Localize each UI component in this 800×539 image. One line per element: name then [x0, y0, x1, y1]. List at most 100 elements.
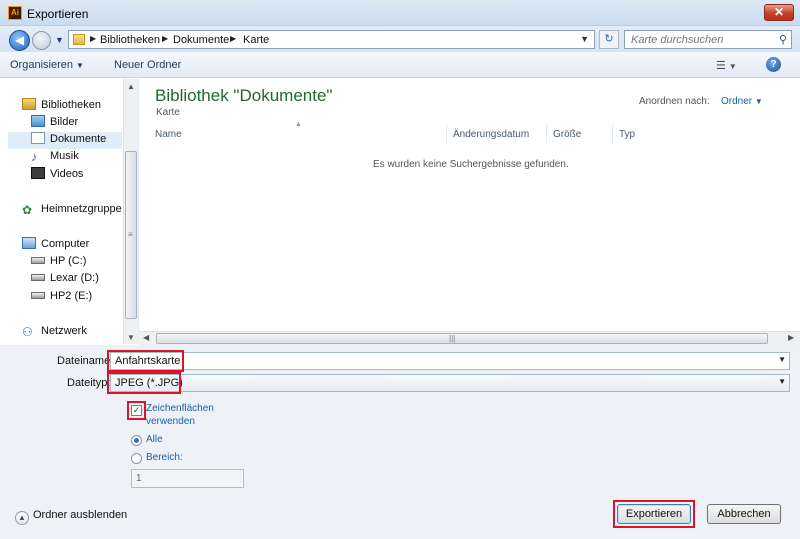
sidebar-item-label: Bilder	[50, 116, 79, 128]
use-artboards-label-line2[interactable]: verwenden	[146, 416, 195, 427]
libraries-icon	[22, 98, 36, 110]
filetype-label: Dateityp:	[67, 377, 111, 389]
forward-button[interactable]	[32, 31, 51, 50]
column-header-type[interactable]: Typ	[619, 129, 635, 140]
sidebar-item-label: Videos	[50, 168, 84, 180]
pictures-icon	[31, 115, 45, 127]
column-header-size[interactable]: Größe	[553, 129, 581, 140]
search-icon[interactable]: ⚲	[779, 33, 787, 46]
sidebar-item-hp-c[interactable]: HP (C:)	[31, 255, 122, 272]
column-header-name[interactable]: Name	[155, 129, 182, 140]
breadcrumb-separator-icon[interactable]: ▶	[162, 34, 168, 43]
hide-folders-toggle[interactable]: ▲ Ordner ausblenden	[15, 509, 127, 525]
breadcrumb-separator-icon[interactable]: ▶	[230, 34, 236, 43]
refresh-button[interactable]: ↻	[599, 30, 619, 49]
recent-locations-chevron-icon[interactable]: ▼	[55, 35, 64, 45]
file-list-pane: Bibliothek "Dokumente" Karte Anordnen na…	[138, 79, 800, 344]
filename-combobox[interactable]: ▼	[110, 352, 790, 370]
scroll-down-icon[interactable]: ▼	[127, 333, 135, 342]
library-subtitle: Karte	[156, 107, 180, 118]
grip-icon: |||	[449, 334, 456, 343]
view-options-icon[interactable]: ☰ ▼	[716, 59, 737, 72]
organize-menu[interactable]: Organisieren ▼	[10, 59, 84, 71]
range-radio[interactable]	[131, 453, 142, 464]
address-dropdown-icon[interactable]: ▼	[580, 34, 589, 44]
grip-icon: ≡	[128, 230, 133, 239]
organize-label: Organisieren	[10, 59, 73, 71]
sidebar-item-hp2-e[interactable]: HP2 (E:)	[31, 290, 122, 307]
empty-results-message: Es wurden keine Suchergebnisse gefunden.	[373, 159, 569, 170]
navigation-scrollbar[interactable]: ▲ ≡ ▼	[123, 79, 138, 344]
videos-icon	[31, 167, 45, 179]
sidebar-item-lexar-d[interactable]: Lexar (D:)	[31, 272, 122, 289]
arrange-by-dropdown[interactable]: Ordner ▼	[721, 96, 763, 107]
close-button[interactable]: ✕	[764, 4, 794, 21]
back-button[interactable]: ◀	[9, 30, 30, 51]
sidebar-item-bilder[interactable]: Bilder	[31, 115, 122, 132]
filetype-select[interactable]: JPEG (*.JPG) ▼	[110, 374, 790, 392]
horizontal-scrollbar[interactable]: ◀ ||| ▶	[138, 331, 800, 345]
highlight-box-filename	[107, 350, 184, 372]
sort-ascending-icon: ▲	[295, 121, 302, 128]
documents-icon	[31, 132, 45, 144]
help-icon[interactable]: ?	[766, 57, 781, 72]
sidebar-item-musik[interactable]: ♪ Musik	[31, 150, 122, 167]
column-header-date[interactable]: Änderungsdatum	[453, 129, 529, 140]
filename-input[interactable]	[111, 353, 751, 369]
breadcrumb-dokumente[interactable]: Dokumente	[173, 34, 229, 46]
sidebar-item-bibliotheken[interactable]: Bibliotheken	[22, 98, 122, 115]
sidebar-item-dokumente[interactable]: Dokumente	[8, 132, 122, 149]
chevron-down-icon[interactable]: ▼	[778, 355, 786, 364]
highlight-box-export	[613, 500, 695, 528]
sidebar-item-heimnetzgruppe[interactable]: ✿ Heimnetzgruppe	[22, 203, 122, 220]
cancel-button[interactable]: Abbrechen	[707, 504, 781, 524]
sidebar-item-label: HP (C:)	[50, 255, 87, 267]
column-divider[interactable]	[546, 125, 547, 143]
sidebar-item-netzwerk[interactable]: ⚇ Netzwerk	[22, 325, 122, 342]
range-field[interactable]	[131, 469, 244, 488]
sidebar-item-computer[interactable]: Computer	[22, 237, 122, 254]
navigation-pane: Bibliotheken Bilder Dokumente ♪ Musik Vid…	[0, 79, 138, 344]
highlight-box-filetype	[107, 372, 181, 394]
scrollbar-thumb[interactable]: |||	[156, 333, 768, 344]
use-artboards-label-line1[interactable]: Zeichenflächen	[146, 403, 214, 414]
breadcrumb-karte[interactable]: Karte	[243, 34, 269, 46]
all-artboards-radio[interactable]	[131, 435, 142, 446]
arrange-by-value: Ordner	[721, 96, 753, 107]
hide-folders-label: Ordner ausblenden	[33, 509, 128, 521]
highlight-box-checkbox	[127, 401, 146, 420]
scrollbar-thumb[interactable]: ≡	[125, 151, 137, 319]
network-icon: ⚇	[22, 325, 33, 339]
range-input[interactable]	[132, 470, 243, 487]
column-divider[interactable]	[446, 125, 447, 143]
chevron-down-icon[interactable]: ▼	[778, 377, 786, 386]
export-options-panel: Dateiname: ▼ Dateityp: JPEG (*.JPG) ▼ ✓ …	[0, 345, 800, 539]
all-artboards-label[interactable]: Alle	[146, 434, 163, 445]
column-divider[interactable]	[612, 125, 613, 143]
sidebar-item-label: Musik	[50, 150, 79, 162]
address-bar[interactable]: ▶ Bibliotheken ▶ Dokumente ▶ Karte ▼	[68, 30, 595, 49]
drive-icon	[31, 257, 45, 264]
computer-icon	[22, 237, 36, 249]
search-input[interactable]	[625, 31, 765, 48]
homegroup-icon: ✿	[22, 203, 33, 217]
sidebar-item-label: Bibliotheken	[41, 99, 101, 111]
address-row: ◀ ▼ ▶ Bibliotheken ▶ Dokumente ▶ Karte ▼…	[0, 26, 800, 52]
drive-icon	[31, 292, 45, 299]
sidebar-item-label: Lexar (D:)	[50, 272, 99, 284]
scroll-left-icon[interactable]: ◀	[143, 333, 149, 342]
folder-icon	[73, 34, 85, 45]
music-icon: ♪	[31, 150, 37, 164]
illustrator-app-icon: Ai	[8, 6, 22, 20]
search-box[interactable]: ⚲	[624, 30, 792, 49]
sidebar-item-videos[interactable]: Videos	[31, 167, 122, 184]
breadcrumb-bibliotheken[interactable]: Bibliotheken	[100, 34, 160, 46]
scroll-up-icon[interactable]: ▲	[127, 82, 135, 91]
chevron-down-icon: ▼	[76, 61, 84, 70]
filename-label: Dateiname:	[57, 355, 114, 367]
new-folder-button[interactable]: Neuer Ordner	[114, 59, 181, 71]
scroll-right-icon[interactable]: ▶	[788, 333, 794, 342]
command-bar: Organisieren ▼ Neuer Ordner ☰ ▼ ?	[0, 52, 800, 78]
breadcrumb-separator-icon[interactable]: ▶	[90, 34, 96, 43]
range-label[interactable]: Bereich:	[146, 452, 183, 463]
